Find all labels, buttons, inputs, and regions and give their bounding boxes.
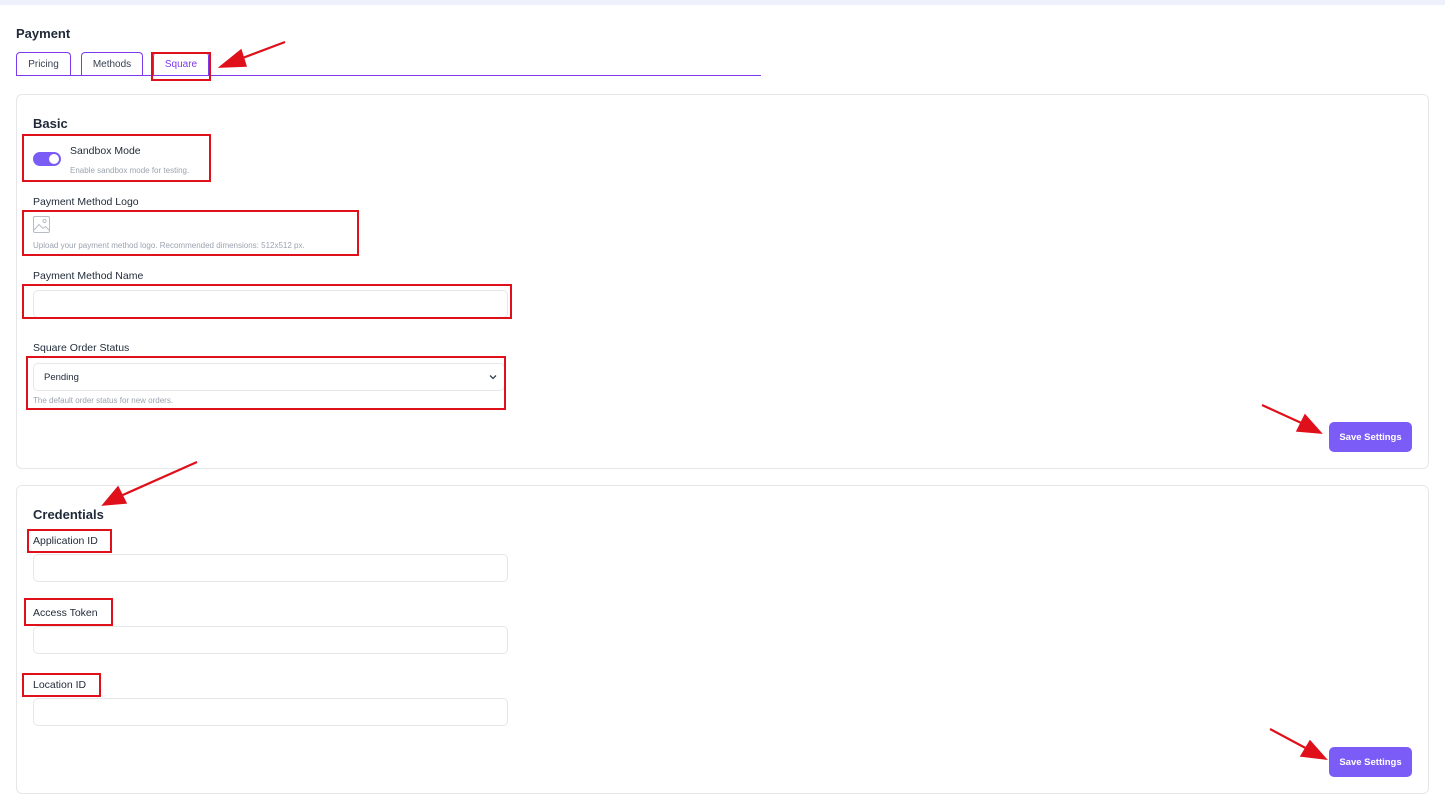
basic-section-title: Basic (33, 116, 68, 131)
order-status-select[interactable]: Pending (33, 363, 505, 391)
logo-help: Upload your payment method logo. Recomme… (33, 241, 305, 250)
tab-bar: Pricing Methods Square (16, 52, 761, 76)
top-bar (0, 0, 1445, 5)
toggle-knob (49, 154, 59, 164)
access-token-label: Access Token (33, 607, 98, 619)
location-id-input[interactable] (33, 698, 508, 726)
page-title: Payment (16, 26, 71, 41)
access-token-input[interactable] (33, 626, 508, 654)
location-id-label: Location ID (33, 679, 87, 691)
order-status-label: Square Order Status (33, 342, 130, 354)
credentials-card: Credentials Application ID Access Token … (16, 485, 1429, 794)
order-status-help: The default order status for new orders. (33, 396, 174, 405)
tab-pricing[interactable]: Pricing (16, 52, 71, 75)
method-name-input[interactable] (33, 290, 508, 318)
basic-settings-card: Basic Sandbox Mode Enable sandbox mode f… (16, 94, 1429, 469)
tab-square[interactable]: Square (153, 52, 209, 75)
save-settings-button-credentials[interactable]: Save Settings (1329, 747, 1412, 777)
sandbox-mode-help: Enable sandbox mode for testing. (70, 166, 190, 175)
sandbox-mode-toggle[interactable] (33, 152, 61, 166)
application-id-input[interactable] (33, 554, 508, 582)
tab-methods[interactable]: Methods (81, 52, 143, 75)
application-id-label: Application ID (33, 535, 98, 547)
image-placeholder-icon[interactable] (33, 216, 50, 233)
order-status-selected: Pending (44, 371, 79, 383)
credentials-section-title: Credentials (33, 507, 104, 522)
sandbox-mode-label: Sandbox Mode (70, 145, 141, 157)
save-settings-button[interactable]: Save Settings (1329, 422, 1412, 452)
logo-label: Payment Method Logo (33, 196, 139, 208)
chevron-down-icon (489, 375, 497, 380)
method-name-label: Payment Method Name (33, 270, 144, 282)
